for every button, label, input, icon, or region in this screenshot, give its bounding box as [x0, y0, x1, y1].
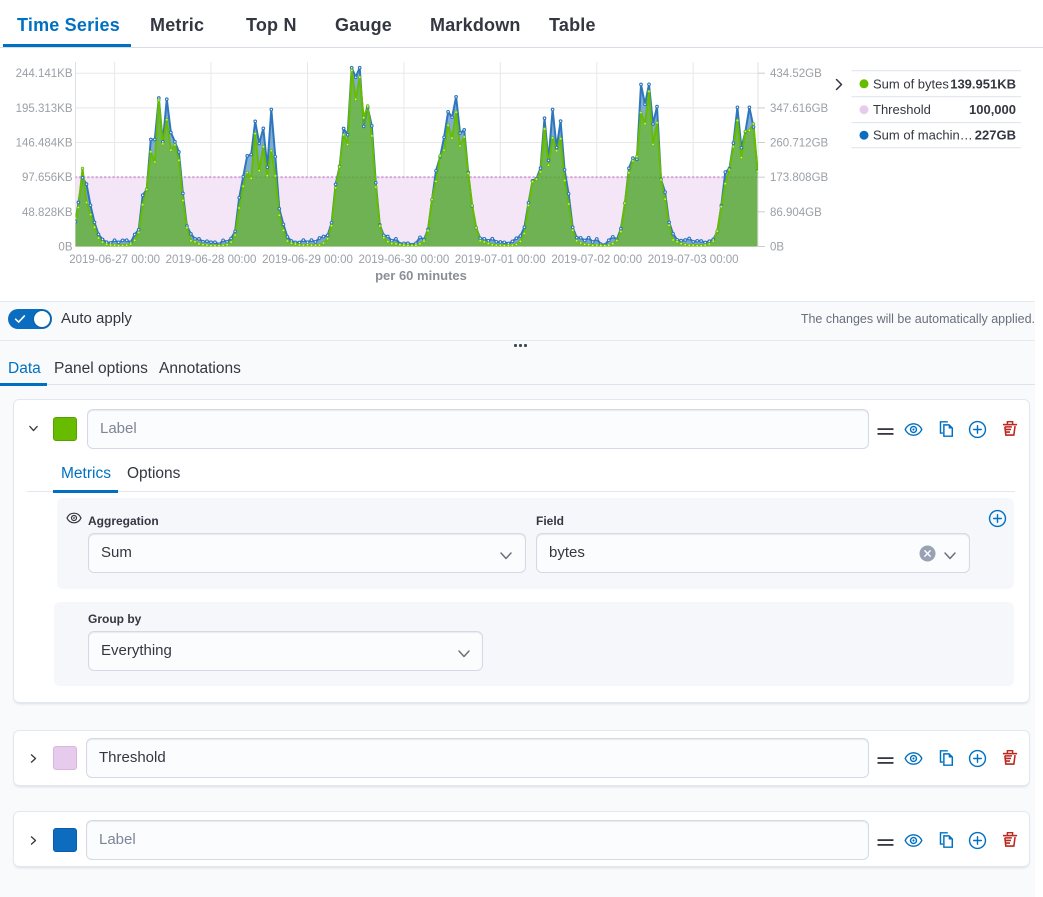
svg-text:2019-07-01 00:00: 2019-07-01 00:00 [455, 254, 546, 266]
svg-text:434.52GB: 434.52GB [770, 68, 822, 80]
svg-text:173.808GB: 173.808GB [770, 172, 829, 184]
svg-text:97.656KB: 97.656KB [22, 172, 73, 184]
svg-text:per 60 minutes: per 60 minutes [375, 268, 467, 283]
svg-text:86.904GB: 86.904GB [770, 207, 822, 219]
svg-text:244.141KB: 244.141KB [16, 68, 73, 80]
svg-text:2019-07-02 00:00: 2019-07-02 00:00 [551, 254, 642, 266]
svg-text:Threshold: Threshold [873, 102, 931, 117]
svg-text:2019-07-03 00:00: 2019-07-03 00:00 [648, 254, 739, 266]
svg-text:48.828KB: 48.828KB [22, 207, 73, 219]
svg-text:139.951KB: 139.951KB [950, 76, 1016, 91]
svg-text:0B: 0B [58, 242, 72, 254]
svg-text:146.484KB: 146.484KB [16, 138, 73, 150]
svg-text:2019-06-28 00:00: 2019-06-28 00:00 [166, 254, 257, 266]
svg-text:227GB: 227GB [975, 128, 1016, 143]
svg-text:2019-06-27 00:00: 2019-06-27 00:00 [69, 254, 160, 266]
svg-text:100,000: 100,000 [969, 102, 1016, 117]
svg-text:195.313KB: 195.313KB [16, 103, 73, 115]
svg-text:2019-06-30 00:00: 2019-06-30 00:00 [358, 254, 449, 266]
svg-text:Sum of machin…: Sum of machin… [873, 128, 973, 143]
svg-text:347.616GB: 347.616GB [770, 103, 829, 115]
svg-text:2019-06-29 00:00: 2019-06-29 00:00 [262, 254, 353, 266]
svg-text:Sum of bytes: Sum of bytes [873, 76, 949, 91]
svg-text:260.712GB: 260.712GB [770, 138, 829, 150]
svg-text:0B: 0B [770, 242, 784, 254]
